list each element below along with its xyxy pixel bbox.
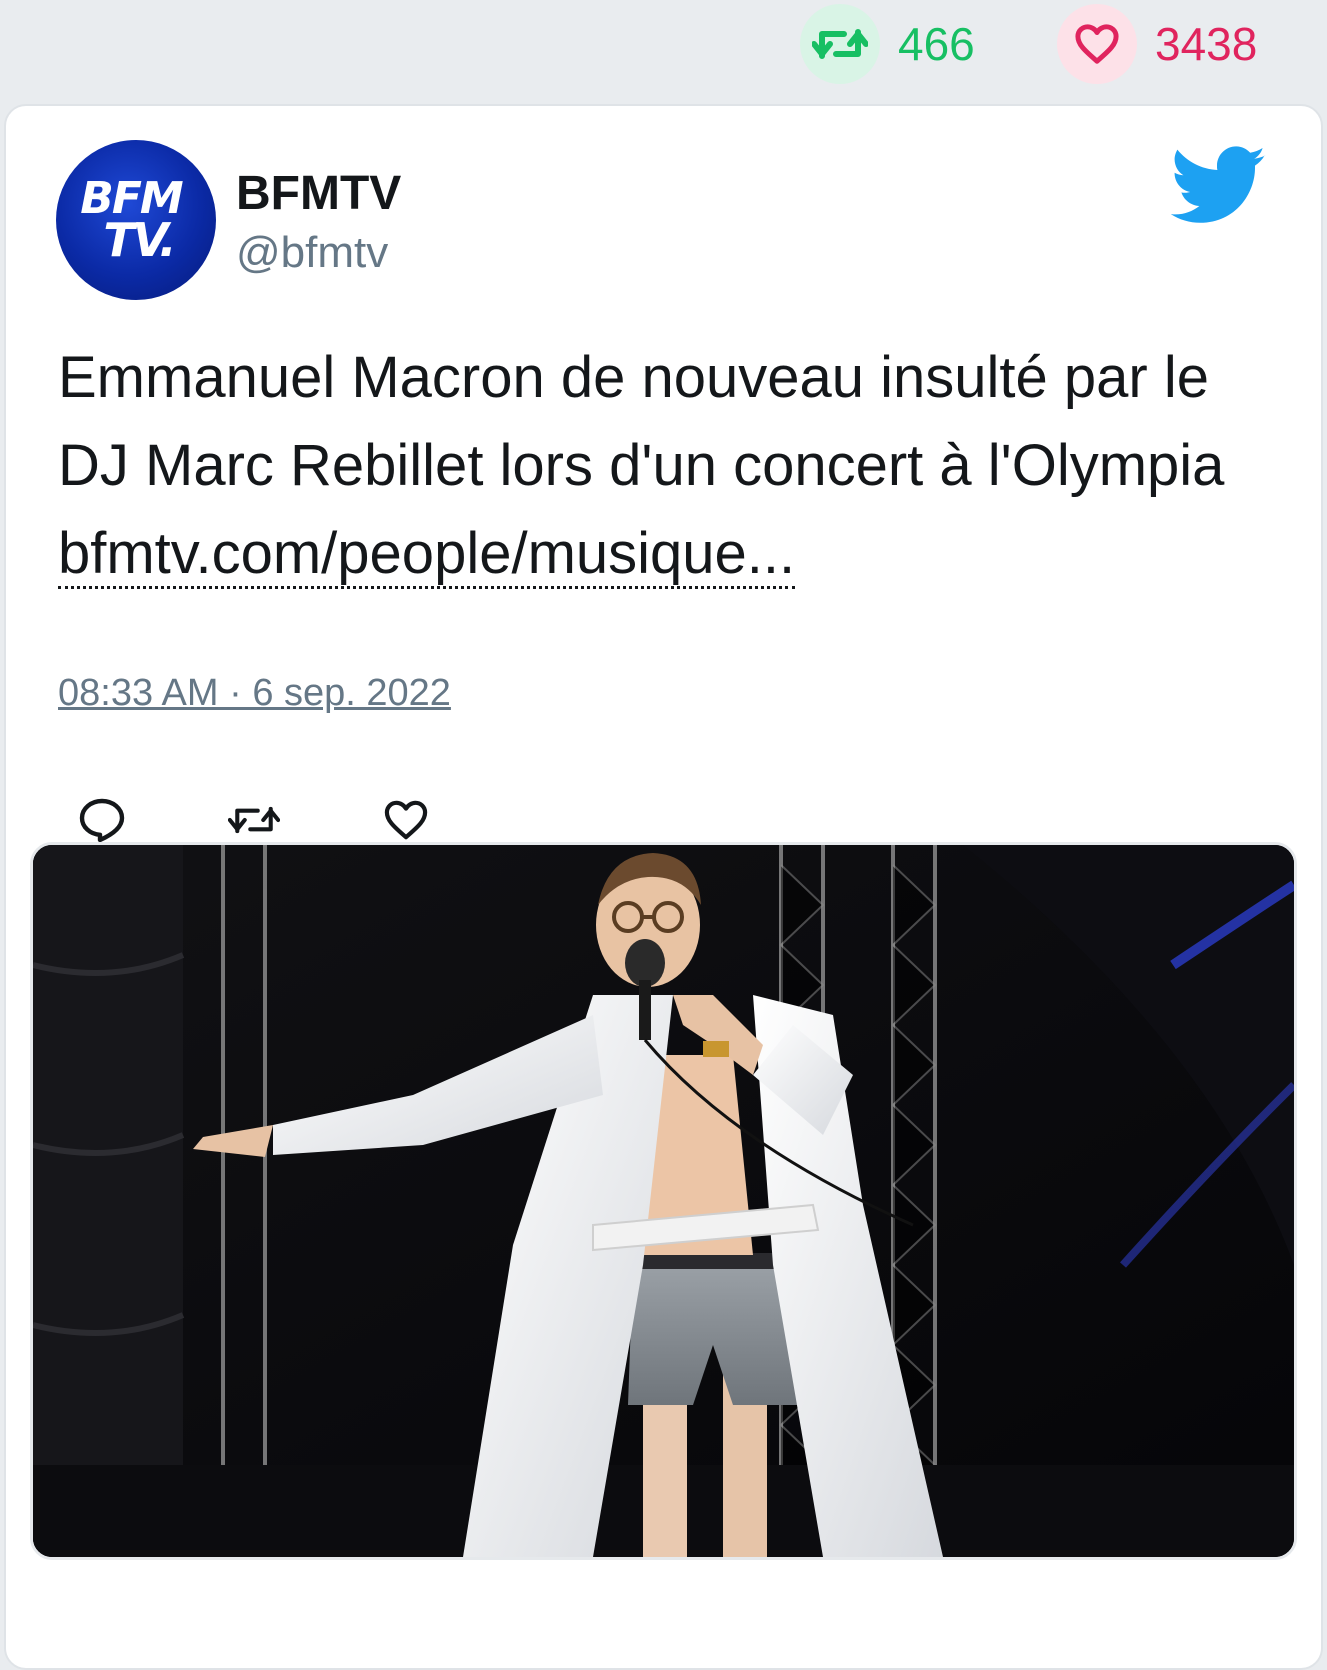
avatar[interactable]: BFM TV. bbox=[56, 140, 216, 300]
retweet-stat[interactable]: 466 bbox=[800, 4, 975, 84]
reply-icon[interactable] bbox=[76, 794, 128, 846]
engagement-stats-bar: 466 3438 bbox=[0, 0, 1327, 100]
tweet-timestamp[interactable]: 08:33 AM · 6 sep. 2022 bbox=[58, 672, 451, 715]
tweet-media-image[interactable] bbox=[30, 842, 1297, 1560]
heart-icon[interactable] bbox=[380, 794, 432, 846]
tweet-body: Emmanuel Macron de nouveau insulté par l… bbox=[58, 345, 1225, 498]
account-handle[interactable]: @bfmtv bbox=[236, 228, 388, 278]
tweet-text: Emmanuel Macron de nouveau insulté par l… bbox=[58, 334, 1288, 598]
like-count: 3438 bbox=[1155, 18, 1258, 70]
tweet-card: BFM TV. BFMTV @bfmtv Emmanuel Macron de … bbox=[4, 104, 1323, 1670]
tweet-link[interactable]: bfmtv.com/people/musique... bbox=[58, 521, 796, 589]
retweet-count: 466 bbox=[898, 18, 975, 70]
tweet-actions bbox=[76, 794, 432, 846]
avatar-logo-line2: TV. bbox=[103, 213, 176, 268]
avatar-logo: BFM TV. bbox=[56, 140, 216, 300]
like-stat[interactable]: 3438 bbox=[1057, 4, 1257, 84]
concert-photo bbox=[33, 845, 1294, 1557]
retweet-icon[interactable] bbox=[800, 4, 880, 84]
twitter-bird-icon[interactable] bbox=[1171, 146, 1267, 226]
retweet-icon[interactable] bbox=[228, 794, 280, 846]
heart-icon[interactable] bbox=[1057, 4, 1137, 84]
account-name[interactable]: BFMTV bbox=[236, 166, 401, 221]
